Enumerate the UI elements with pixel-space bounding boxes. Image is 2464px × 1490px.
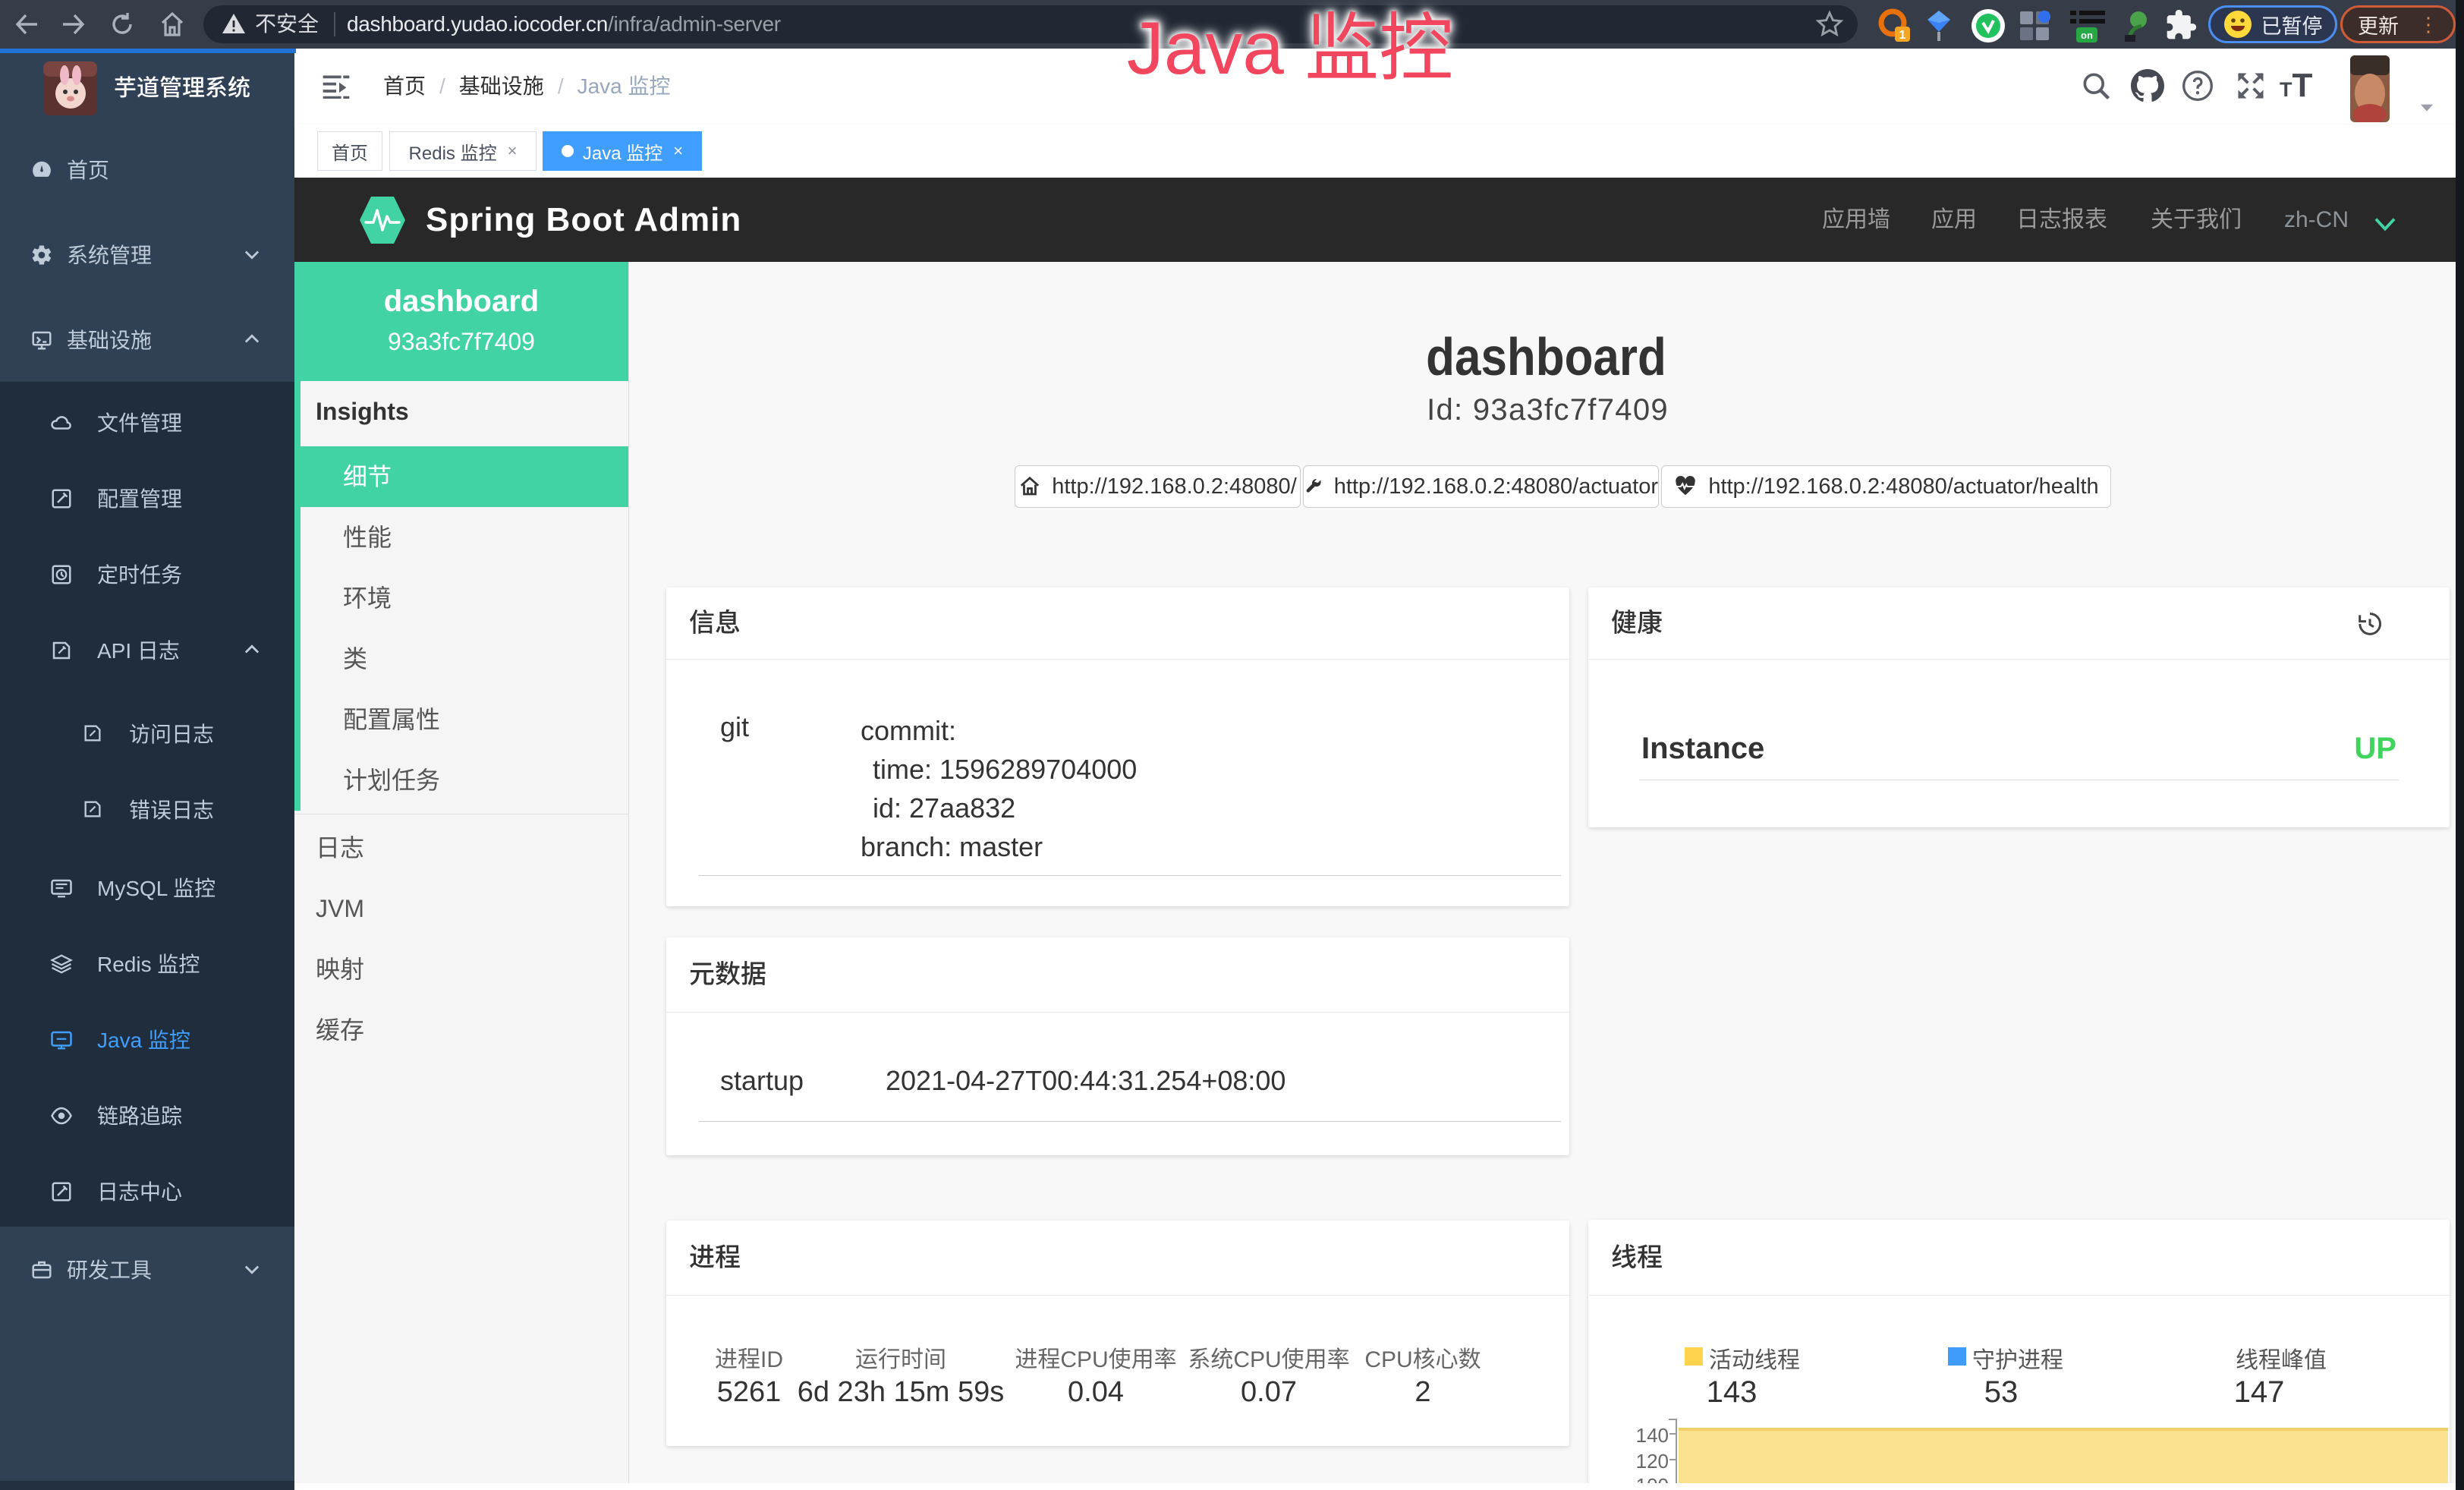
svg-text:on: on [2081,30,2093,41]
svg-text:1: 1 [1899,29,1906,42]
